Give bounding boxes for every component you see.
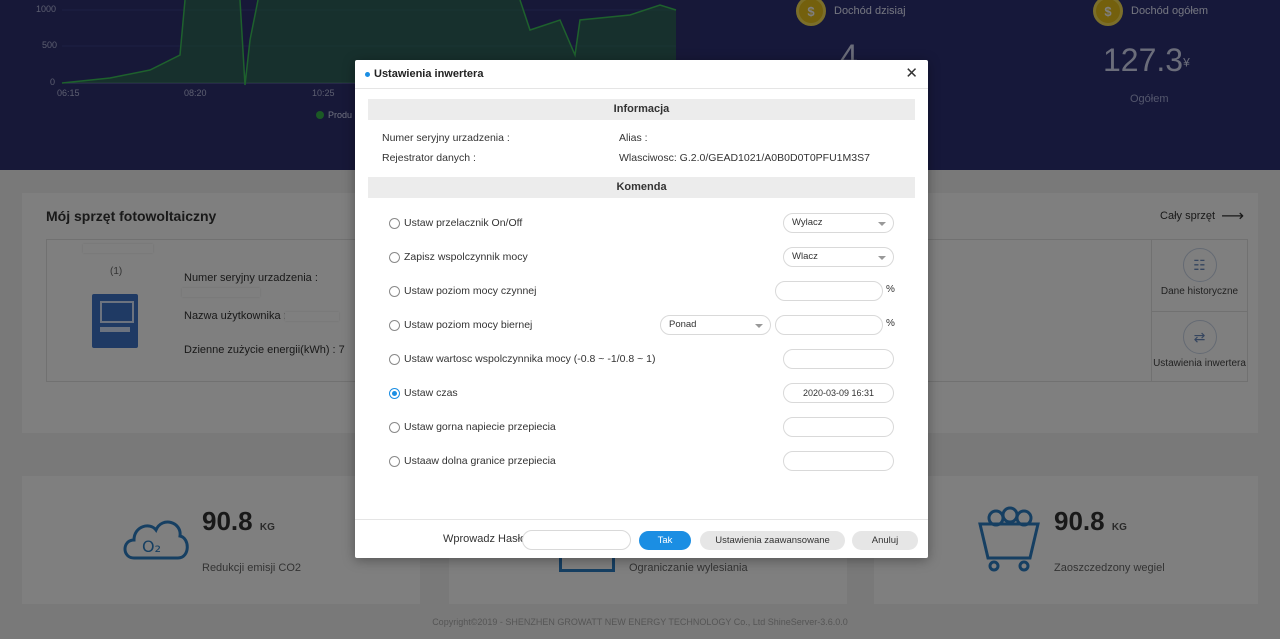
- command-radio-selected[interactable]: [389, 387, 400, 399]
- command-onoff[interactable]: Ustaw przelacznik On/Off: [389, 213, 522, 233]
- advanced-settings-button[interactable]: Ustawienia zaawansowane: [700, 531, 845, 550]
- lower-overvoltage-input[interactable]: [783, 451, 894, 471]
- serial-number-label: Numer seryjny urzadzenia :: [382, 132, 510, 144]
- data-logger-label: Rejestrator danych :: [382, 152, 476, 164]
- command-radio[interactable]: [389, 421, 400, 433]
- command-radio[interactable]: [389, 455, 400, 467]
- command-power-factor-value[interactable]: Ustaw wartosc wspolczynnika mocy (-0.8 ~…: [389, 349, 656, 369]
- command-radio[interactable]: [389, 251, 400, 263]
- property-label: Wlasciwosc: G.2.0/GEAD1021/A0B0D0T0PFU1M…: [619, 152, 870, 164]
- command-set-time[interactable]: Ustaw czas: [389, 383, 458, 403]
- command-power-factor-write[interactable]: Zapisz wspolczynnik mocy: [389, 247, 528, 267]
- alias-label: Alias :: [619, 132, 648, 144]
- info-section-header: Informacja: [368, 99, 915, 120]
- command-lower-overvoltage[interactable]: Ustaaw dolna granice przepiecia: [389, 451, 556, 471]
- password-input[interactable]: [522, 530, 631, 550]
- cancel-button[interactable]: Anuluj: [852, 531, 918, 550]
- dialog-header: Ustawienia inwertera: [355, 60, 928, 89]
- command-radio[interactable]: [389, 217, 400, 229]
- dialog-footer: Wprowadz Hasło Tak Ustawienia zaawansowa…: [355, 519, 928, 558]
- inverter-settings-dialog: Ustawienia inwertera ✕ Informacja Numer …: [355, 60, 928, 558]
- reactive-power-input[interactable]: [775, 315, 883, 335]
- command-active-power[interactable]: Ustaw poziom mocy czynnej: [389, 281, 536, 301]
- command-section-header: Komenda: [368, 177, 915, 198]
- command-radio[interactable]: [389, 285, 400, 297]
- ok-button[interactable]: Tak: [639, 531, 691, 550]
- dialog-title: Ustawienia inwertera: [374, 68, 484, 80]
- active-power-unit: %: [886, 284, 895, 295]
- reactive-power-mode-select[interactable]: Ponad: [660, 315, 771, 335]
- chevron-down-icon: [878, 222, 886, 226]
- active-power-input[interactable]: [775, 281, 883, 301]
- command-upper-overvoltage[interactable]: Ustaw gorna napiecie przepiecia: [389, 417, 556, 437]
- command-reactive-power[interactable]: Ustaw poziom mocy biernej: [389, 315, 532, 335]
- onoff-select[interactable]: Wylacz: [783, 213, 894, 233]
- upper-overvoltage-input[interactable]: [783, 417, 894, 437]
- reactive-power-unit: %: [886, 318, 895, 329]
- password-label: Wprowadz Hasło: [443, 533, 527, 545]
- time-input[interactable]: [783, 383, 894, 403]
- power-factor-input[interactable]: [783, 349, 894, 369]
- close-icon[interactable]: ✕: [905, 66, 918, 81]
- chevron-down-icon: [878, 256, 886, 260]
- power-factor-select[interactable]: Wlacz: [783, 247, 894, 267]
- command-radio[interactable]: [389, 319, 400, 331]
- title-dot-icon: [365, 71, 370, 77]
- command-radio[interactable]: [389, 353, 400, 365]
- chevron-down-icon: [755, 324, 763, 328]
